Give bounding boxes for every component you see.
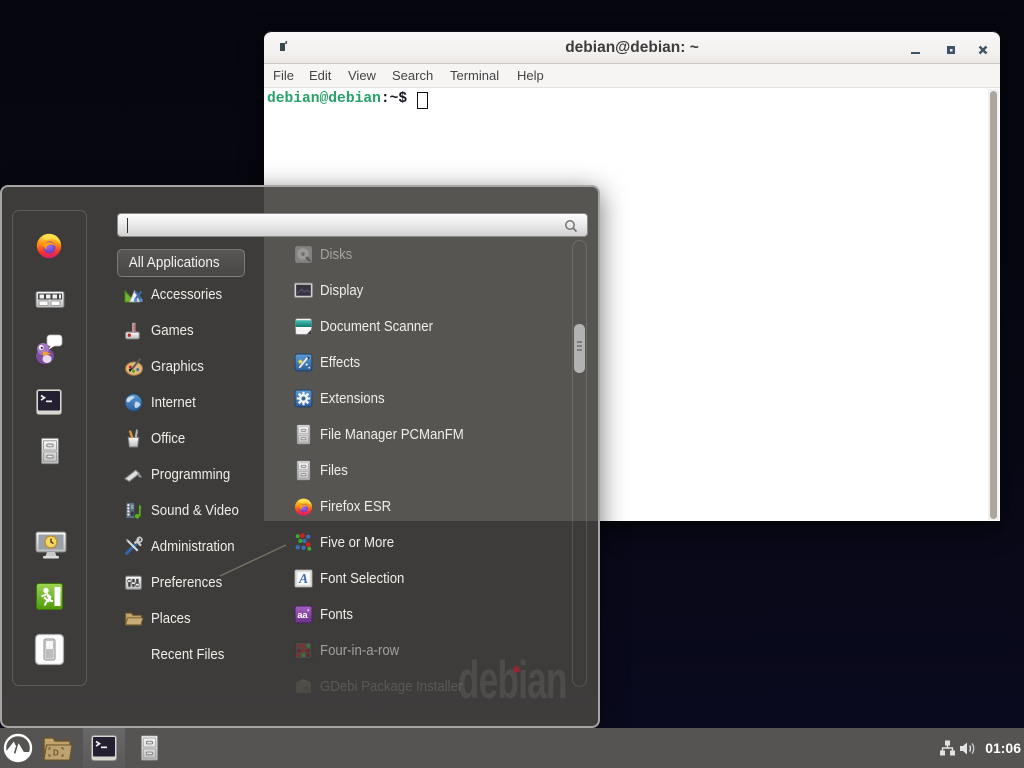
svg-text:D: D	[53, 749, 59, 758]
svg-text:aa: aa	[297, 610, 308, 621]
svg-text:A: A	[298, 571, 308, 586]
